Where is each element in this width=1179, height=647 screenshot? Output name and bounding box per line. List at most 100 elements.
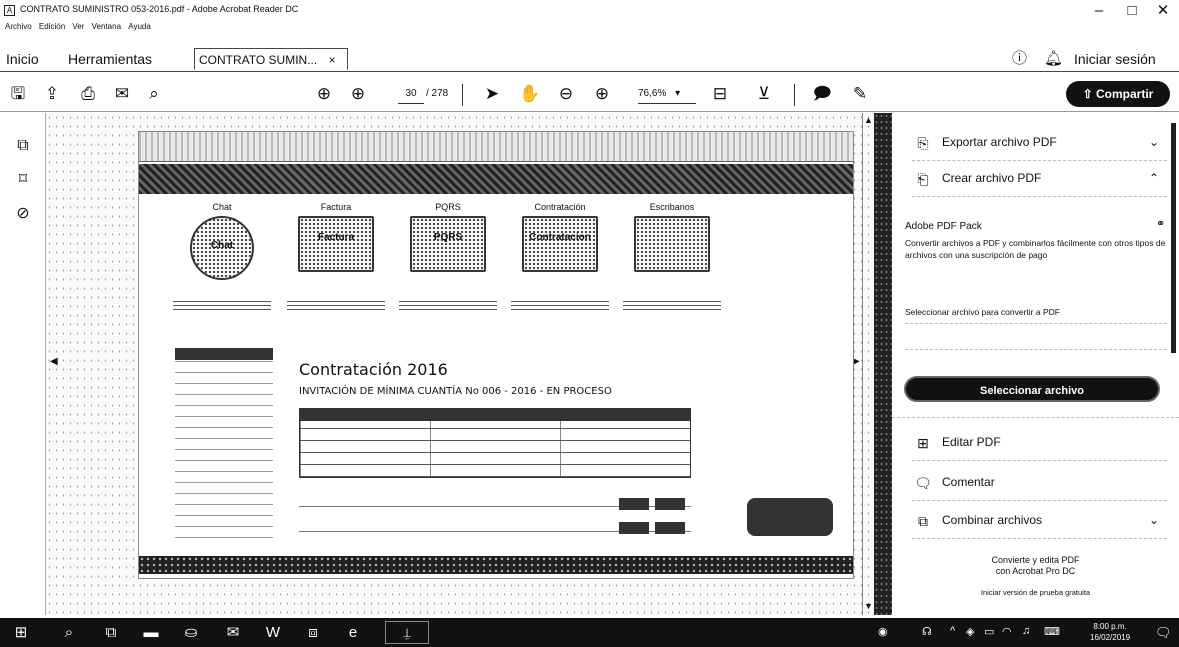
draw-pen-icon[interactable]: ✎ xyxy=(848,82,872,106)
menu-ayuda[interactable]: Ayuda xyxy=(128,22,151,31)
tab-document[interactable]: CONTRATO SUMIN... × xyxy=(194,48,348,70)
tab-close-icon[interactable]: × xyxy=(329,53,336,67)
system-clock[interactable]: 8:00 p.m. 16/02/2019 xyxy=(1090,621,1130,643)
search-icon[interactable]: ⌕ xyxy=(142,82,166,106)
tab-herramientas[interactable]: Herramientas xyxy=(64,48,156,70)
create-pdf-icon: ⎗ xyxy=(917,171,929,187)
page-total-label: / 278 xyxy=(426,88,449,99)
file-explorer-icon[interactable]: ▬ xyxy=(140,622,162,644)
free-trial-link[interactable]: Iniciar versión de prueba gratuita xyxy=(892,588,1179,597)
volume-icon[interactable]: ♫ xyxy=(1022,625,1030,637)
combine-files-item[interactable]: ⧉ Combinar archivos ⌄ xyxy=(912,503,1167,539)
document-scrollbar[interactable]: ▲ ▼ xyxy=(862,113,874,615)
zoom-select[interactable]: 76,6% ▾ xyxy=(638,84,696,104)
card-description-lines xyxy=(511,298,609,310)
network-icon[interactable]: ◈ xyxy=(966,625,974,638)
upload-icon[interactable]: ⇪ xyxy=(40,82,64,106)
combine-files-icon: ⧉ xyxy=(918,513,928,529)
notifications-bell-icon[interactable]: 🔔︎ xyxy=(1040,48,1067,70)
zoom-in-icon[interactable]: ⊕ xyxy=(590,82,614,106)
document-button xyxy=(655,522,685,534)
show-hidden-icons-icon[interactable]: ^ xyxy=(950,625,955,637)
tray-help-icon[interactable]: ◉ xyxy=(878,625,888,638)
right-pane-scrollbar[interactable] xyxy=(1167,113,1177,363)
contract-table-header xyxy=(300,409,690,421)
embedded-browser-bar xyxy=(139,132,853,162)
main-toolbar: 🖫 ⇪ ⎙ ✉ ⌕ ⊕ ⊕ 30 / 278 ➤ ✋ ⊖ ⊕ 76,6% ▾ ⊟… xyxy=(0,76,1179,112)
menu-archivo[interactable]: Archivo xyxy=(5,22,32,31)
acrobat-taskbar-button[interactable]: ⍊ xyxy=(385,621,429,644)
card-description-lines xyxy=(399,298,497,310)
task-view-icon[interactable]: ⧉ xyxy=(100,622,122,644)
zoom-out-icon[interactable]: ⊖ xyxy=(554,82,578,106)
card-header: Factura xyxy=(320,202,352,212)
service-card-pqrs: PQRS PQRS xyxy=(395,202,501,334)
pane-divider[interactable] xyxy=(874,113,892,615)
select-file-button[interactable]: Seleccionar archivo xyxy=(904,376,1160,402)
pdf-pack-description: Convertir archivos a PDF y combinarlos f… xyxy=(905,238,1166,260)
scrollbar-thumb[interactable] xyxy=(1171,123,1176,353)
create-pdf-item[interactable]: ⎗ Crear archivo PDF ⌃ xyxy=(912,161,1167,197)
tab-inicio[interactable]: Inicio xyxy=(2,48,43,70)
action-center-icon[interactable]: 🗨 xyxy=(1155,625,1172,641)
select-cursor-icon[interactable]: ➤ xyxy=(480,82,504,106)
select-file-label: Seleccionar archivo para convertir a PDF xyxy=(905,307,1060,317)
next-page-icon[interactable]: ⊕ xyxy=(346,82,370,106)
service-card-contratacion: Contratación Contratacion xyxy=(507,202,613,334)
attachment-icon[interactable]: ⊘ xyxy=(12,203,34,225)
side-menu-header xyxy=(175,348,273,360)
menu-ventana[interactable]: Ventana xyxy=(92,22,121,31)
document-button xyxy=(619,522,649,534)
previous-page-icon[interactable]: ⊕ xyxy=(312,82,336,106)
edit-pdf-label: Editar PDF xyxy=(942,435,1001,449)
save-icon[interactable]: 🖫 xyxy=(6,82,30,106)
keyboard-icon[interactable]: ⌨ xyxy=(1044,625,1060,638)
comment-item[interactable]: 🗨 Comentar xyxy=(912,465,1167,501)
maximize-button[interactable]: □ xyxy=(1117,2,1147,20)
page-number-input[interactable]: 30 xyxy=(398,84,424,104)
battery-icon[interactable]: ▭ xyxy=(984,625,994,638)
sign-in-link[interactable]: Iniciar sesión xyxy=(1070,48,1160,70)
chevron-up-icon: ⌃ xyxy=(1148,171,1159,185)
pro-promo-text: Convierte y edita PDF con Acrobat Pro DC xyxy=(892,555,1179,577)
comment-icon[interactable]: 🗩 xyxy=(810,82,834,106)
embedded-taskbar-screenshot xyxy=(139,556,853,574)
zoom-value: 76,6% xyxy=(638,88,667,99)
email-icon[interactable]: ✉ xyxy=(110,82,134,106)
page-thumbnails-icon[interactable]: ⧉ xyxy=(12,135,34,157)
scroll-mode-icon[interactable]: ⊻ xyxy=(752,82,776,106)
close-window-button[interactable]: ✕ xyxy=(1148,2,1178,20)
menu-edicion[interactable]: Edición xyxy=(39,22,65,31)
search-icon[interactable]: ⌕ xyxy=(58,622,80,644)
left-navigation-rail: ⧉ ⌑ ⊘ xyxy=(0,113,46,615)
share-button[interactable]: ⇧ Compartir xyxy=(1066,81,1170,107)
photos-icon[interactable]: ⧈ xyxy=(302,622,324,644)
word-icon[interactable]: W xyxy=(262,622,284,644)
people-icon[interactable]: ☊ xyxy=(922,625,932,638)
minimize-button[interactable]: – xyxy=(1084,2,1114,20)
scroll-down-arrow-icon[interactable]: ▼ xyxy=(864,601,873,611)
tools-right-pane: ⎘ Exportar archivo PDF ⌄ ⎗ Crear archivo… xyxy=(892,113,1179,615)
bookmark-icon[interactable]: ⌑ xyxy=(12,169,34,191)
contratacion-heading: Contratación 2016 xyxy=(299,360,448,379)
mail-icon[interactable]: ✉ xyxy=(222,622,244,644)
acrobat-taskbar-icon: ⍊ xyxy=(403,625,411,640)
help-icon[interactable]: ⓘ xyxy=(1008,48,1031,70)
previous-page-arrow-icon[interactable]: ◀ xyxy=(50,356,58,367)
print-icon[interactable]: ⎙ xyxy=(76,82,100,106)
title-bar: A CONTRATO SUMINISTRO 053-2016.pdf - Ado… xyxy=(0,0,1179,22)
tab-bar: Inicio Herramientas CONTRATO SUMIN... × … xyxy=(0,44,1179,72)
store-icon[interactable]: ⛀ xyxy=(180,622,202,644)
export-pdf-item[interactable]: ⎘ Exportar archivo PDF ⌄ xyxy=(912,125,1167,161)
document-button xyxy=(655,498,685,510)
clock-date: 16/02/2019 xyxy=(1090,633,1131,642)
hand-tool-icon[interactable]: ✋ xyxy=(518,82,542,106)
fit-page-icon[interactable]: ⊟ xyxy=(708,82,732,106)
menu-ver[interactable]: Ver xyxy=(72,22,84,31)
edge-browser-icon[interactable]: e xyxy=(342,622,364,644)
edit-pdf-item[interactable]: ⊞ Editar PDF xyxy=(912,425,1167,461)
wifi-icon[interactable]: ◠ xyxy=(1002,625,1012,638)
window-title: CONTRATO SUMINISTRO 053-2016.pdf - Adobe… xyxy=(20,4,299,14)
windows-start-icon[interactable]: ⊞ xyxy=(10,622,32,644)
scroll-up-arrow-icon[interactable]: ▲ xyxy=(864,115,873,125)
